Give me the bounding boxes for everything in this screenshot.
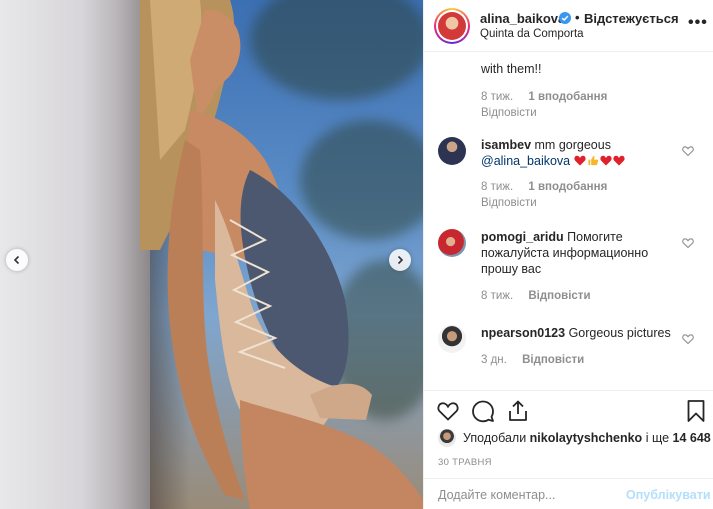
- model-figure: [140, 0, 423, 509]
- reply-button[interactable]: Відповісти: [481, 197, 537, 209]
- liker-avatar[interactable]: [438, 429, 456, 447]
- likes-summary: Уподобали nikolaytyshchenko і ще 14 648: [438, 428, 711, 448]
- red-heart-emoji-icon: [574, 155, 586, 166]
- verified-badge-icon: [559, 12, 571, 24]
- header-separator: •: [575, 10, 580, 25]
- comment-text: with them!!: [481, 62, 542, 76]
- post-date[interactable]: 30 ТРАВНЯ: [438, 457, 492, 468]
- reply-button[interactable]: Відповісти: [481, 107, 537, 119]
- comment-likes[interactable]: 1 вподобання: [528, 181, 607, 193]
- comment-time[interactable]: 3 дн.: [481, 354, 507, 366]
- comment-meta: 8 тиж. 1 вподобання: [481, 91, 619, 103]
- red-heart-emoji-icon: [600, 155, 612, 166]
- comment-body: isambev mm gorgeous @alina_baikova: [481, 137, 681, 169]
- likes-middle: і ще: [645, 431, 670, 445]
- comment-bubble-icon[interactable]: [471, 399, 495, 423]
- comment-text: Gorgeous pictures: [568, 326, 671, 340]
- comment-time[interactable]: 8 тиж.: [481, 181, 513, 193]
- like-comment-heart-icon[interactable]: [682, 237, 694, 249]
- mention-link[interactable]: @alina_baikova: [481, 154, 570, 168]
- carousel-prev-button[interactable]: [6, 249, 28, 271]
- share-upload-icon[interactable]: [506, 399, 530, 423]
- comment-time[interactable]: 8 тиж.: [481, 91, 513, 103]
- commenter-username[interactable]: pomogi_aridu: [481, 230, 564, 244]
- post-header: alina_baikova • Відстежується Quinta da …: [424, 0, 713, 52]
- commenter-avatar[interactable]: [438, 325, 466, 353]
- like-comment-heart-icon[interactable]: [682, 333, 694, 345]
- chevron-right-icon: [397, 255, 404, 265]
- follow-status-button[interactable]: Відстежується: [584, 11, 679, 26]
- post-actions-bar: [424, 390, 713, 428]
- commenter-avatar[interactable]: [438, 229, 466, 257]
- comment-meta: 8 тиж. Відповісти: [481, 290, 603, 302]
- post-location[interactable]: Quinta da Comporta: [480, 28, 584, 40]
- save-bookmark-icon[interactable]: [684, 399, 708, 423]
- post-sidebar: alina_baikova • Відстежується Quinta da …: [423, 0, 713, 509]
- comment-input[interactable]: Додайте коментар...: [438, 488, 555, 502]
- likes-prefix: Уподобали: [463, 431, 527, 445]
- chevron-left-icon: [13, 255, 20, 265]
- add-comment-bar: Додайте коментар... Опублікувати: [424, 478, 713, 509]
- like-heart-icon[interactable]: [436, 399, 460, 423]
- commenter-avatar[interactable]: [438, 137, 466, 165]
- comments-list[interactable]: with them!! 8 тиж. 1 вподобання Відповіс…: [424, 53, 713, 388]
- publish-button[interactable]: Опублікувати: [626, 488, 711, 502]
- red-heart-emoji-icon: [613, 155, 625, 166]
- carousel-next-button[interactable]: [389, 249, 411, 271]
- commenter-username[interactable]: isambev: [481, 138, 531, 152]
- comment-text: mm gorgeous: [534, 138, 611, 152]
- comment-meta: 3 дн. Відповісти: [481, 354, 596, 366]
- commenter-username[interactable]: npearson0123: [481, 326, 565, 340]
- comment-meta: 8 тиж. 1 вподобання: [481, 181, 619, 193]
- post-photo[interactable]: [0, 0, 423, 509]
- comment-time[interactable]: 8 тиж.: [481, 290, 513, 302]
- reply-button[interactable]: Відповісти: [528, 290, 590, 302]
- comment-body: npearson0123 Gorgeous pictures: [481, 325, 681, 341]
- likes-count[interactable]: 14 648: [673, 431, 711, 445]
- comment-body: pomogi_aridu Помогите пожалуйста информа…: [481, 229, 681, 277]
- thumbs-up-emoji-icon: [588, 155, 598, 166]
- like-comment-heart-icon[interactable]: [682, 145, 694, 157]
- author-username[interactable]: alina_baikova: [480, 11, 565, 26]
- comment-likes[interactable]: 1 вподобання: [528, 91, 607, 103]
- more-options-button[interactable]: •••: [688, 14, 708, 32]
- reply-button[interactable]: Відповісти: [522, 354, 584, 366]
- liker-username[interactable]: nikolaytyshchenko: [530, 431, 643, 445]
- author-avatar[interactable]: [434, 8, 470, 44]
